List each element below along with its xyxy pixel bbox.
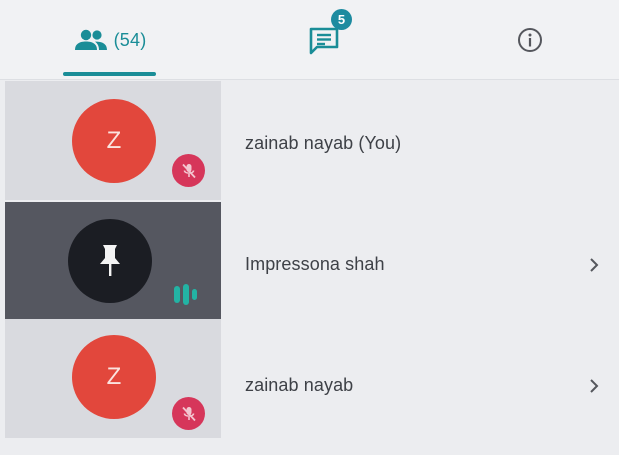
avatar: Z <box>72 99 156 183</box>
tab-info[interactable] <box>495 0 565 80</box>
avatar: Z <box>72 335 156 419</box>
speaking-indicator-icon <box>174 284 197 305</box>
video-tile: Z <box>5 319 221 438</box>
chevron-right-icon[interactable] <box>584 255 604 275</box>
participant-name: zainab nayab <box>245 375 354 395</box>
participant-name: Impressona shah <box>245 254 385 274</box>
muted-badge <box>172 397 205 430</box>
active-tab-indicator <box>63 72 156 76</box>
pin-icon <box>100 245 120 276</box>
tab-chat[interactable] <box>285 0 365 80</box>
participant-name: zainab nayab (You) <box>245 133 402 153</box>
video-tile <box>5 202 221 319</box>
participant-row[interactable]: Impressona shah <box>0 200 619 319</box>
muted-badge <box>172 154 205 187</box>
avatar <box>68 219 152 303</box>
info-icon <box>518 28 542 52</box>
people-icon <box>74 29 107 50</box>
mic-off-icon <box>181 163 196 178</box>
participant-row-self[interactable]: Z zainab nayab (You) <box>0 81 619 200</box>
video-tile: Z <box>5 81 221 200</box>
tab-participants[interactable]: (54) <box>50 0 170 80</box>
chevron-right-icon[interactable] <box>584 376 604 396</box>
mic-off-icon <box>181 406 196 421</box>
chat-icon <box>309 27 339 55</box>
participant-tabs: (54) 5 <box>0 0 619 80</box>
chat-unread-badge: 5 <box>331 9 352 30</box>
participant-row[interactable]: Z zainab nayab <box>0 319 619 438</box>
participant-count: (54) <box>113 29 147 50</box>
participant-list: Z zainab nayab (You) Impressona shah Z z… <box>0 81 619 455</box>
